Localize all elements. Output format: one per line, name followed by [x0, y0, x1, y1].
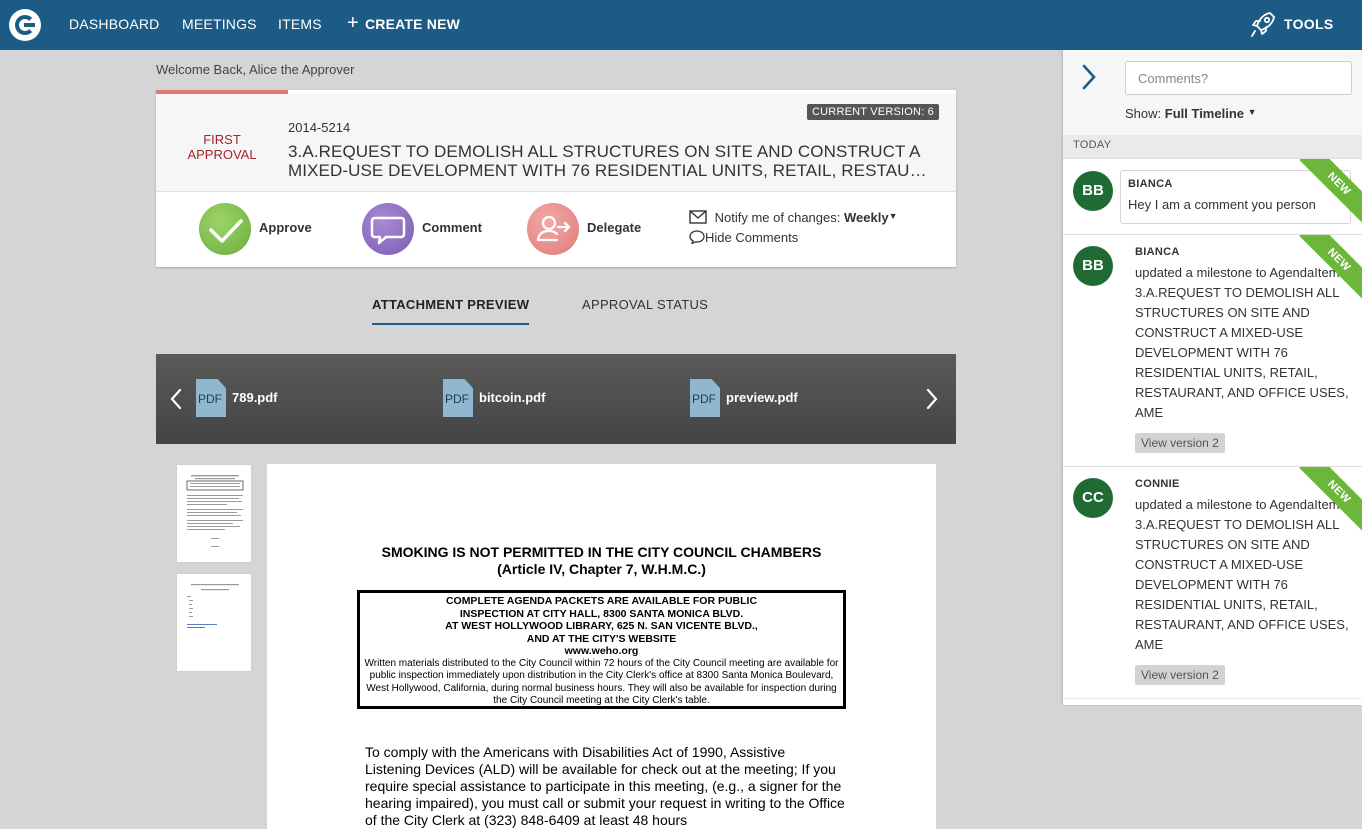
- page-thumbnail-image: [187, 584, 239, 628]
- avatar: BB: [1073, 171, 1113, 211]
- hide-comments-toggle[interactable]: Hide Comments: [689, 230, 798, 245]
- envelope-icon: [689, 210, 707, 224]
- avatar: BB: [1073, 246, 1113, 286]
- granicus-g-logo-icon[interactable]: [9, 9, 41, 41]
- tab-attachment-preview[interactable]: ATTACHMENT PREVIEW: [372, 297, 530, 325]
- previous-attachment-chevron-left-icon[interactable]: [170, 388, 182, 414]
- attachment-name: bitcoin.pdf: [479, 390, 546, 405]
- next-attachment-chevron-right-icon[interactable]: [926, 388, 938, 414]
- timeline-entry: BB BIANCA updated a milestone to AgendaI…: [1063, 234, 1362, 466]
- page-thumbnail-image: [186, 475, 244, 547]
- timeline-filter-value: Full Timeline: [1164, 106, 1244, 121]
- item-title-line-2: MIXED-USE DEVELOPMENT WITH 76 RESIDENTIA…: [288, 161, 938, 180]
- agenda-availability-notice-box: COMPLETE AGENDA PACKETS ARE AVAILABLE FO…: [357, 590, 846, 709]
- approval-stage-label: FIRST APPROVAL: [187, 132, 257, 162]
- nav-items-link[interactable]: ITEMS: [278, 16, 322, 32]
- timeline-entry: BB BIANCA Hey I am a comment you person …: [1063, 158, 1362, 234]
- caret-down-icon: ▼: [1247, 107, 1257, 117]
- avatar: CC: [1073, 478, 1113, 518]
- page-thumbnail[interactable]: [176, 464, 252, 563]
- collapse-panel-chevron-right-icon[interactable]: [1081, 64, 1097, 95]
- delegate-label: Delegate: [587, 220, 642, 235]
- agenda-availability-body: Written materials distributed to the Cit…: [364, 657, 839, 707]
- timeline-date-header: TODAY: [1073, 139, 1112, 151]
- document-page: SMOKING IS NOT PERMITTED IN THE CITY COU…: [267, 464, 936, 829]
- caret-down-icon: ▼: [888, 211, 898, 221]
- entry-author: CONNIE: [1135, 478, 1180, 490]
- attachment-name: 789.pdf: [232, 390, 278, 405]
- timeline-filter: Show: Full Timeline ▼: [1125, 106, 1257, 121]
- view-version-button[interactable]: View version 2: [1135, 665, 1225, 685]
- approve-label: Approve: [259, 220, 312, 235]
- entry-comment-text: Hey I am a comment you person: [1128, 197, 1316, 212]
- smoking-notice: SMOKING IS NOT PERMITTED IN THE CITY COU…: [381, 544, 822, 577]
- top-navigation-bar: DASHBOARD MEETINGS ITEMS + CREATE NEW TO…: [0, 0, 1362, 50]
- agenda-availability-heading: COMPLETE AGENDA PACKETS ARE AVAILABLE FO…: [445, 595, 758, 657]
- item-number: 2014-5214: [288, 120, 351, 135]
- speech-bubble-icon: [362, 203, 414, 255]
- tab-approval-status[interactable]: APPROVAL STATUS: [582, 297, 708, 312]
- rocket-icon: [1251, 12, 1275, 37]
- panel-header: Show: Full Timeline ▼: [1063, 50, 1362, 135]
- item-title-line-1: 3.A.REQUEST TO DEMOLISH ALL STRUCTURES O…: [288, 142, 921, 161]
- pdf-file-icon: PDF: [690, 379, 720, 417]
- item-title: 3.A.REQUEST TO DEMOLISH ALL STRUCTURES O…: [288, 142, 938, 180]
- delegate-person-arrow-icon: [527, 203, 579, 255]
- agenda-item-card: FIRST APPROVAL 2014-5214 3.A.REQUEST TO …: [156, 90, 956, 267]
- entry-author: BIANCA: [1128, 178, 1173, 190]
- pdf-file-icon: PDF: [443, 379, 473, 417]
- attachments-carousel: PDF 789.pdf PDF bitcoin.pdf PDF preview.…: [156, 354, 956, 444]
- notify-frequency-dropdown[interactable]: Weekly▼: [844, 210, 898, 225]
- notify-preferences: Notify me of changes: Weekly▼: [689, 210, 897, 225]
- comment-bubble-icon: [689, 230, 705, 245]
- nav-dashboard-link[interactable]: DASHBOARD: [69, 16, 159, 32]
- checkmark-icon: [199, 203, 251, 255]
- comments-input[interactable]: [1125, 61, 1352, 95]
- view-version-button[interactable]: View version 2: [1135, 433, 1225, 453]
- current-version-badge: CURRENT VERSION: 6: [807, 104, 939, 120]
- nav-create-new-link[interactable]: CREATE NEW: [365, 16, 460, 32]
- attachment-name: preview.pdf: [726, 390, 798, 405]
- entry-author: BIANCA: [1135, 246, 1180, 258]
- plus-icon: +: [347, 12, 359, 34]
- document-preview-area: SMOKING IS NOT PERMITTED IN THE CITY COU…: [156, 444, 956, 829]
- tools-label: TOOLS: [1284, 16, 1334, 32]
- notify-frequency-value: Weekly: [843, 210, 889, 225]
- entry-update-text: updated a milestone to AgendaItem 3.A.RE…: [1135, 265, 1349, 420]
- timeline-filter-dropdown[interactable]: Full Timeline ▼: [1165, 106, 1257, 121]
- entry-update-text: updated a milestone to AgendaItem 3.A.RE…: [1135, 497, 1349, 652]
- notify-label: Notify me of changes:: [714, 210, 841, 225]
- pdf-file-icon: PDF: [196, 379, 226, 417]
- ada-accessibility-notice: To comply with the Americans with Disabi…: [365, 744, 845, 828]
- hide-comments-label: Hide Comments: [705, 230, 799, 245]
- nav-meetings-link[interactable]: MEETINGS: [182, 16, 257, 32]
- welcome-message: Welcome Back, Alice the Approver: [156, 62, 355, 77]
- timeline-entry: CC CONNIE updated a milestone to AgendaI…: [1063, 466, 1362, 698]
- comment-label: Comment: [422, 220, 482, 235]
- show-label: Show:: [1125, 106, 1162, 121]
- page-thumbnail[interactable]: [176, 573, 252, 672]
- timeline-side-panel: Show: Full Timeline ▼ TODAY BB BIANCA He…: [1063, 50, 1362, 705]
- item-header: FIRST APPROVAL 2014-5214 3.A.REQUEST TO …: [156, 94, 956, 192]
- timeline-entry-partial: [1063, 699, 1362, 705]
